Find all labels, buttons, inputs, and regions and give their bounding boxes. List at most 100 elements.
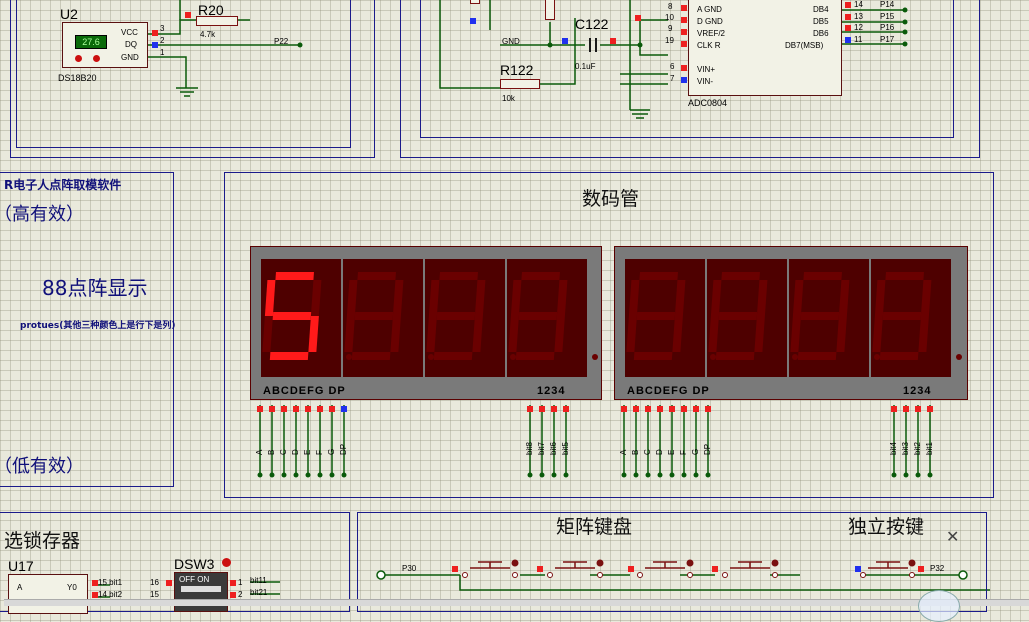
segment-dp	[956, 354, 962, 360]
display-pin-label: bit3	[901, 442, 910, 455]
segment-b	[920, 280, 932, 316]
dsw3-switch[interactable]: OFF ON	[174, 572, 228, 612]
pin-marker	[927, 406, 933, 412]
segment-g	[636, 312, 676, 320]
segment-g	[718, 312, 758, 320]
zoom-widget-icon[interactable]	[918, 590, 960, 622]
segment-e	[708, 316, 719, 352]
u17-chip[interactable]: A Y0	[8, 574, 88, 614]
display-pin-label: A	[255, 449, 264, 455]
close-icon[interactable]: ✕	[946, 527, 959, 547]
pin-marker	[527, 406, 533, 412]
display-pin-label: F	[315, 450, 324, 455]
segment-d	[879, 352, 919, 360]
pin-marker	[681, 406, 687, 412]
net-p30: P30	[402, 564, 417, 573]
pin-marker	[341, 406, 347, 412]
pin-marker	[230, 592, 236, 598]
segment-dp	[510, 354, 516, 360]
latch-title: 选锁存器	[4, 530, 81, 552]
display-pin-label: bit7	[537, 442, 546, 455]
pin-marker	[705, 406, 711, 412]
segment-c	[672, 316, 683, 352]
segment-d	[715, 352, 755, 360]
pin-marker	[539, 406, 545, 412]
display-pin-label: A	[619, 449, 628, 455]
segment-g	[800, 312, 840, 320]
segment-c	[554, 316, 565, 352]
display-pin-label: DP	[339, 443, 348, 455]
segment-f	[510, 280, 522, 316]
pin-marker	[903, 406, 909, 412]
pin-marker	[452, 566, 458, 572]
pin-marker	[537, 566, 543, 572]
segment-c	[918, 316, 929, 352]
display-pin-label: bit1	[925, 442, 934, 455]
segment-a	[521, 272, 560, 280]
display-pin-label: bit2	[913, 442, 922, 455]
pin-marker	[855, 566, 861, 572]
segment-dp	[710, 354, 716, 360]
segment-f	[792, 280, 804, 316]
pin-marker	[645, 406, 651, 412]
segment-d	[351, 352, 391, 360]
segment-g	[436, 312, 476, 320]
pin-marker	[918, 566, 924, 572]
segment-c	[472, 316, 483, 352]
dsw3-off-on: OFF ON	[179, 575, 210, 584]
pin-marker	[915, 406, 921, 412]
u17-pin-y0: Y0	[67, 583, 77, 592]
pin-marker	[269, 406, 275, 412]
dsw3-bit-net: bit11	[250, 576, 267, 585]
pin-marker	[329, 406, 335, 412]
display-pin-label: B	[267, 449, 276, 455]
display-pin-label: DP	[703, 443, 712, 455]
segment-b	[756, 280, 768, 316]
segment-d	[433, 352, 473, 360]
pin-marker	[92, 592, 98, 598]
segment-g	[272, 312, 312, 320]
dsw3-toggle	[181, 586, 221, 592]
pin-marker	[305, 406, 311, 412]
segment-e	[626, 316, 637, 352]
display-pin-label: D	[291, 449, 300, 455]
segment-a	[275, 272, 314, 280]
dsw3-bit-net: bit21	[250, 588, 268, 597]
segment-b	[556, 280, 568, 316]
segment-a	[639, 272, 678, 280]
display-pin-label: C	[279, 449, 288, 455]
dsw3-pin-num: 16	[150, 578, 159, 587]
segment-a	[439, 272, 478, 280]
pin-marker	[621, 406, 627, 412]
display-pin-label: C	[643, 449, 652, 455]
u17-net: 14 bit2	[98, 590, 123, 599]
segment-g	[518, 312, 558, 320]
pin-marker	[551, 406, 557, 412]
segment-a	[721, 272, 760, 280]
segment-d	[269, 352, 309, 360]
segment-a	[885, 272, 924, 280]
display-pin-label: bit5	[561, 442, 570, 455]
segment-f	[428, 280, 440, 316]
segment-dp	[792, 354, 798, 360]
u17-net: 15 bit1	[98, 578, 123, 587]
pin-marker	[257, 406, 263, 412]
pin-marker	[281, 406, 287, 412]
dsw3-net: 2	[238, 590, 243, 599]
pin-marker	[657, 406, 663, 412]
horizontal-scrollbar[interactable]	[4, 599, 1029, 606]
segment-f	[628, 280, 640, 316]
segment-e	[790, 316, 801, 352]
segment-b	[310, 280, 322, 316]
matrix-keypad-title: 矩阵键盘	[556, 516, 633, 538]
dsw3-net: 1	[238, 578, 243, 587]
segment-b	[838, 280, 850, 316]
pin-marker	[317, 406, 323, 412]
segment-a	[803, 272, 842, 280]
pin-marker	[230, 580, 236, 586]
display-pin-label: F	[679, 450, 688, 455]
segment-dp	[592, 354, 598, 360]
display-pin-label: E	[303, 449, 312, 455]
display-pin-label: bit8	[525, 442, 534, 455]
segment-a	[357, 272, 396, 280]
